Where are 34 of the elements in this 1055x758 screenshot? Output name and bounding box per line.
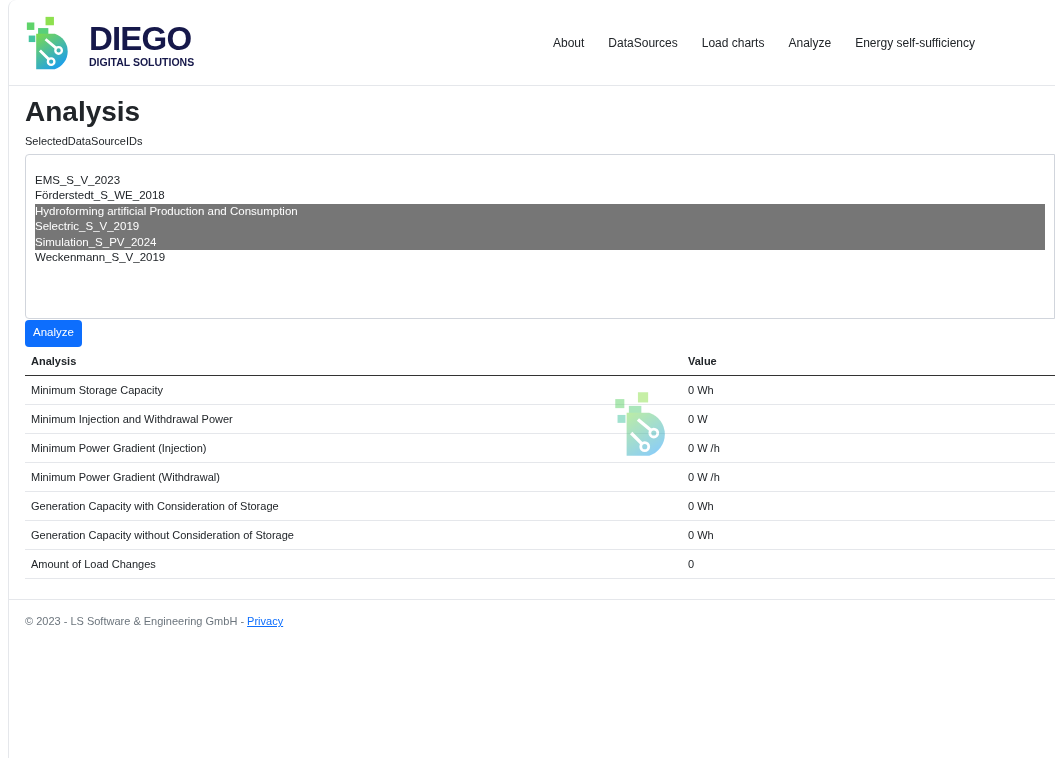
table-cell: Minimum Storage Capacity [25, 375, 682, 405]
listbox-option[interactable]: Förderstedt_S_WE_2018 [35, 188, 1045, 204]
table-cell: Minimum Power Gradient (Withdrawal) [25, 462, 682, 492]
nav-link[interactable]: About [553, 33, 585, 52]
field-label: SelectedDataSourceIDs [25, 134, 144, 149]
table-cell: Amount of Load Changes [25, 549, 682, 579]
privacy-link[interactable]: Privacy [247, 615, 284, 627]
table-cell: 0 W [682, 404, 1055, 434]
brand-name[interactable]: DIEGO [89, 21, 195, 55]
table-cell: Minimum Power Gradient (Injection) [25, 433, 682, 463]
table-cell: 0 Wh [682, 520, 1055, 550]
listbox-option[interactable]: Weckenmann_S_V_2019 [35, 250, 1045, 266]
table-cell: 0 Wh [682, 375, 1055, 405]
table-cell: 0 Wh [682, 491, 1055, 521]
nav-link[interactable]: Load charts [701, 33, 765, 52]
page-title: Analysis [25, 95, 142, 129]
nav-link[interactable]: Analyze [788, 33, 832, 52]
table-cell: 0 W /h [682, 433, 1055, 463]
table-cell: Minimum Injection and Withdrawal Power [25, 404, 682, 434]
listbox-option[interactable]: Selectric_S_V_2019 [35, 219, 1045, 235]
column-header: Analysis [25, 346, 682, 376]
brand-tagline: DIGITAL SOLUTIONS [89, 56, 195, 68]
table-cell: 0 W /h [682, 462, 1055, 492]
listbox-option[interactable]: Hydroforming artificial Production and Consumption [35, 203, 1045, 219]
listbox-option[interactable]: EMS_S_V_2023 [35, 172, 1045, 188]
table-cell: 0 [682, 549, 1055, 579]
table-cell: Generation Capacity without Consideration of Storage [25, 520, 682, 550]
analyze-button[interactable]: Analyze [25, 319, 82, 347]
column-header: Value [682, 346, 1055, 376]
data-source-listbox[interactable]: EMS_S_V_2023 Förderstedt_S_WE_2018 Hydroforming artificial Production and Consumption Selectric_S_V_2019 Simulation_S_PV_2024 Weckenmann_S_V_2019 [25, 153, 1055, 319]
table-cell: Generation Capacity with Consideration of Storage [25, 491, 682, 521]
nav-link[interactable]: DataSources [608, 33, 678, 52]
footer-text: © 2023 - LS Software & Engineering GmbH - Privacy [25, 614, 284, 629]
nav-link[interactable]: Energy self-sufficiency [855, 33, 975, 52]
